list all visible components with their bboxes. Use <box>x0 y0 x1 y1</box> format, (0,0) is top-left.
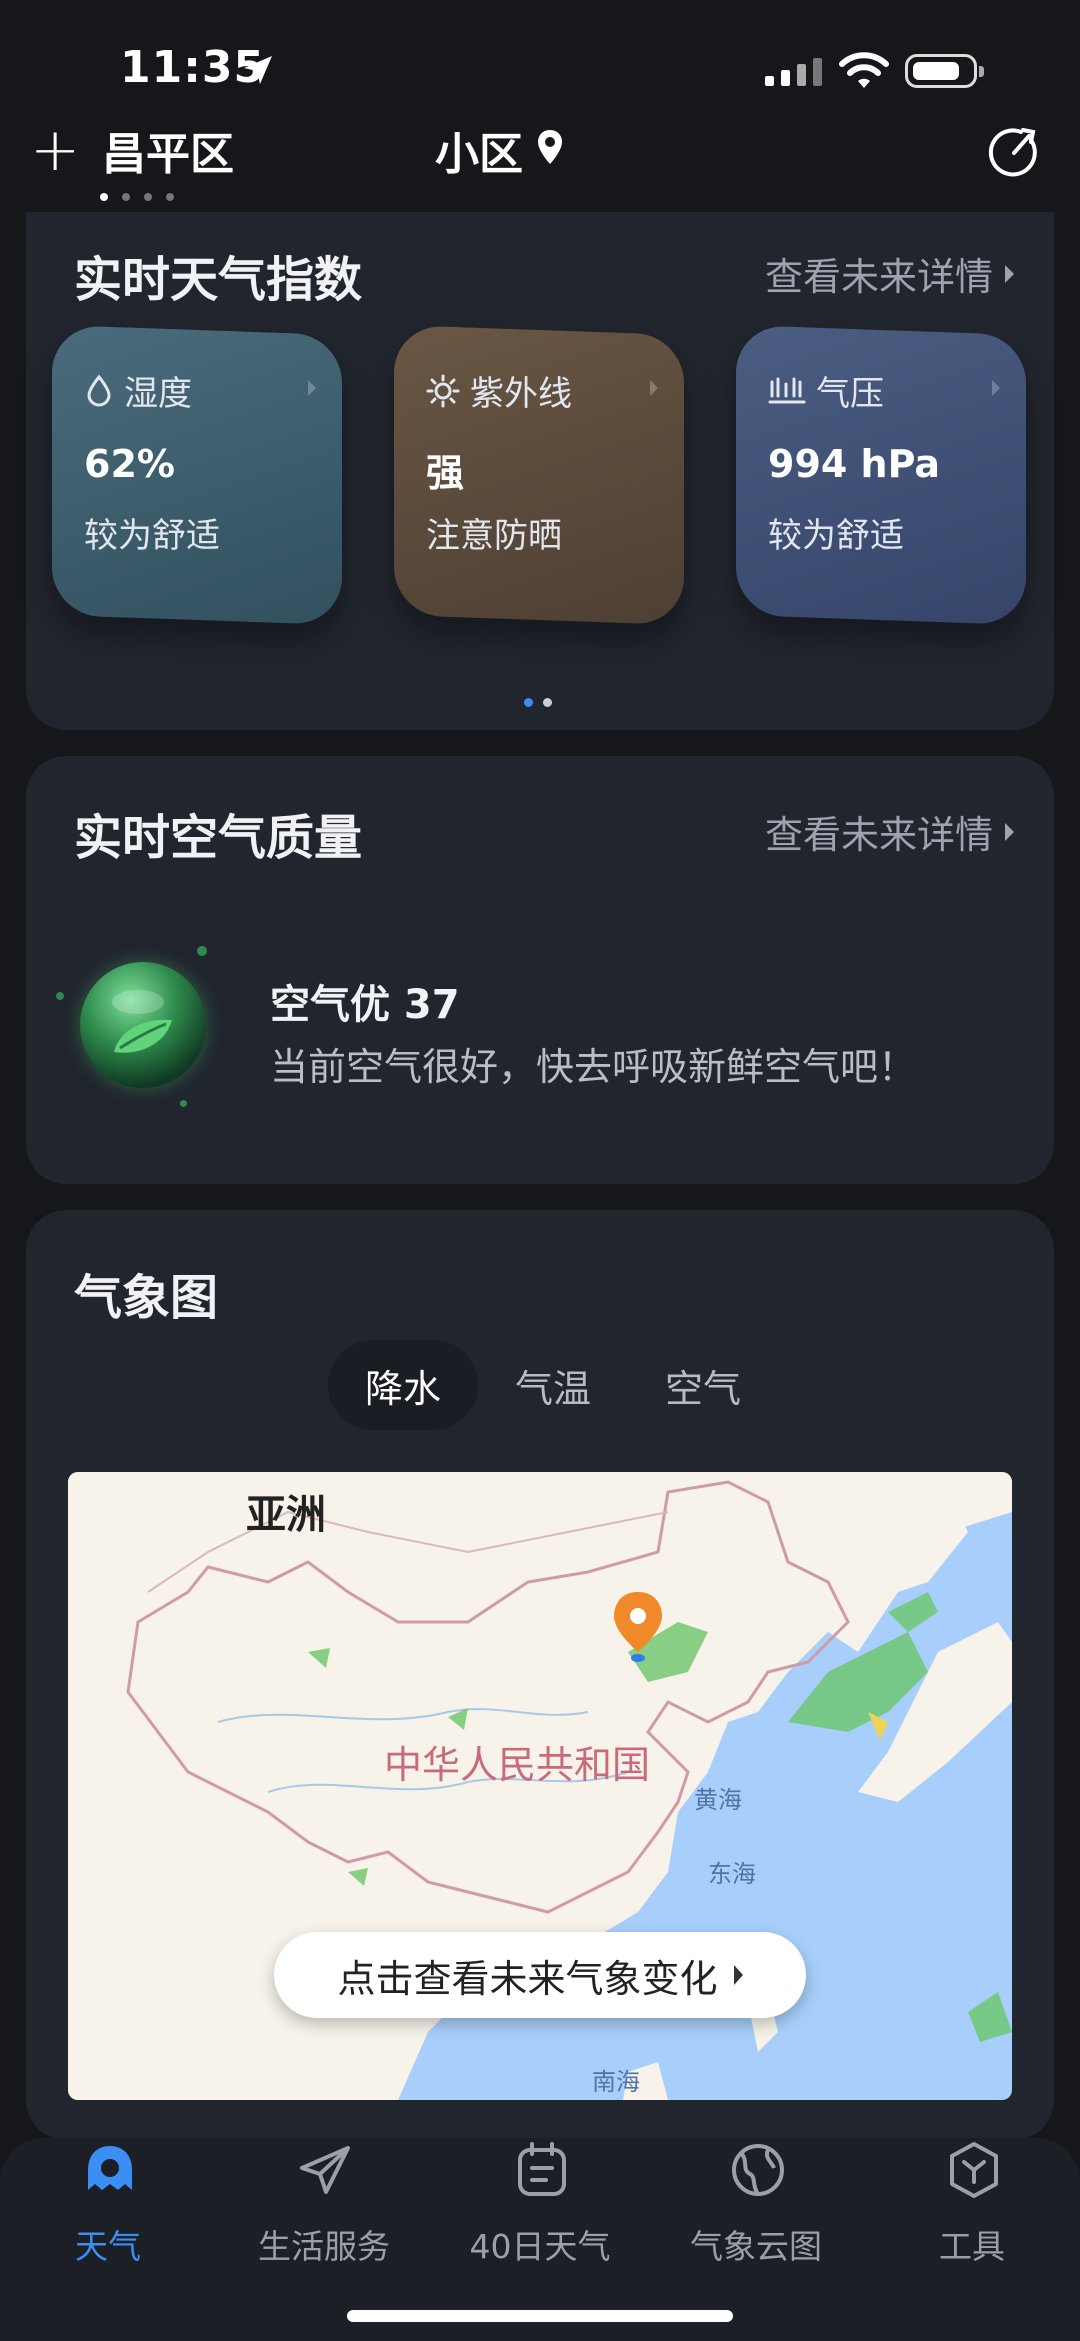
nav-label: 工具 <box>939 2227 1005 2266</box>
refresh-icon[interactable] <box>985 124 1043 182</box>
map-type-tabs: 降水 气温 空气 <box>328 1340 778 1430</box>
tile-desc: 较为舒适 <box>768 516 904 556</box>
tile-value: 强 <box>426 451 465 495</box>
nav-label: 40日天气 <box>469 2227 611 2266</box>
chevron-right-icon <box>733 1965 743 1985</box>
chevron-right-icon <box>1005 264 1014 283</box>
uv-tile[interactable]: 紫外线 强 注意防晒 <box>394 324 684 626</box>
home-indicator[interactable] <box>347 2310 733 2322</box>
weather-index-card: 实时天气指数 查看未来详情 湿度 62% 较为舒适 紫外线 强 注意防晒 气压 … <box>26 212 1054 730</box>
add-city-button[interactable]: + <box>30 120 80 180</box>
nav-label: 天气 <box>75 2227 141 2266</box>
city-page-indicator <box>100 193 174 201</box>
map-label-continent: 亚洲 <box>246 1492 326 1538</box>
decor-dot <box>56 992 64 1000</box>
tile-name: 气压 <box>816 374 884 414</box>
tab-temperature[interactable]: 气温 <box>478 1340 628 1430</box>
location-pin-icon <box>538 130 562 164</box>
air-quality-value: 空气优 37 <box>270 982 460 1028</box>
leaf-orb-icon <box>80 962 206 1088</box>
tile-value: 62% <box>84 442 175 486</box>
wifi-icon <box>839 52 889 88</box>
humidity-tile[interactable]: 湿度 62% 较为舒适 <box>52 324 342 626</box>
section-title: 实时空气质量 <box>74 810 363 866</box>
tab-precipitation[interactable]: 降水 <box>328 1340 478 1430</box>
map-label-sea: 南海 <box>592 2068 640 2096</box>
map-label-country: 中华人民共和国 <box>384 1743 651 1787</box>
droplet-icon <box>87 374 111 406</box>
toolbox-icon <box>950 2142 998 2198</box>
battery-icon <box>905 54 984 88</box>
tile-name: 紫外线 <box>470 374 572 414</box>
section-title: 实时天气指数 <box>74 252 363 308</box>
tab-air[interactable]: 空气 <box>628 1340 778 1430</box>
sun-icon <box>426 374 460 407</box>
tile-name: 湿度 <box>124 374 192 414</box>
chevron-right-icon <box>1005 822 1014 841</box>
weather-ghost-icon <box>88 2146 132 2190</box>
location-arrow-icon <box>244 56 272 84</box>
air-quality-desc: 当前空气很好，快去呼吸新鲜空气吧！ <box>270 1045 917 1089</box>
decor-dot <box>197 946 207 956</box>
chevron-right-icon <box>650 380 658 396</box>
chevron-right-icon <box>308 380 316 396</box>
map-label-sea: 东海 <box>708 1860 756 1888</box>
more-label: 查看未来详情 <box>764 813 993 857</box>
tile-value: 994 hPa <box>768 442 941 486</box>
decor-dot <box>180 1100 187 1107</box>
cellular-signal-icon <box>765 58 822 86</box>
calendar-icon <box>518 2142 566 2196</box>
map-label-sea: 黄海 <box>694 1786 742 1814</box>
chevron-right-icon <box>992 380 1000 396</box>
air-more-link[interactable]: 查看未来详情 <box>765 804 1014 859</box>
location-title[interactable]: 小区 <box>435 118 523 182</box>
cta-label: 点击查看未来气象变化 <box>337 1956 718 2001</box>
tile-carousel-indicator <box>524 698 552 707</box>
map-forecast-button[interactable]: 点击查看未来气象变化 <box>274 1932 806 2018</box>
section-title: 气象图 <box>74 1270 219 1326</box>
nav-label: 气象云图 <box>690 2227 822 2266</box>
tile-desc: 较为舒适 <box>84 516 220 556</box>
pressure-tile[interactable]: 气压 994 hPa 较为舒适 <box>736 324 1026 626</box>
index-more-link[interactable]: 查看未来详情 <box>765 246 1014 301</box>
tile-desc: 注意防晒 <box>426 516 562 556</box>
nav-label: 生活服务 <box>258 2227 390 2266</box>
pressure-icon <box>768 377 806 403</box>
paper-plane-icon <box>300 2146 350 2194</box>
more-label: 查看未来详情 <box>764 255 993 299</box>
district-name[interactable]: 昌平区 <box>102 118 234 182</box>
globe-icon <box>732 2144 784 2196</box>
